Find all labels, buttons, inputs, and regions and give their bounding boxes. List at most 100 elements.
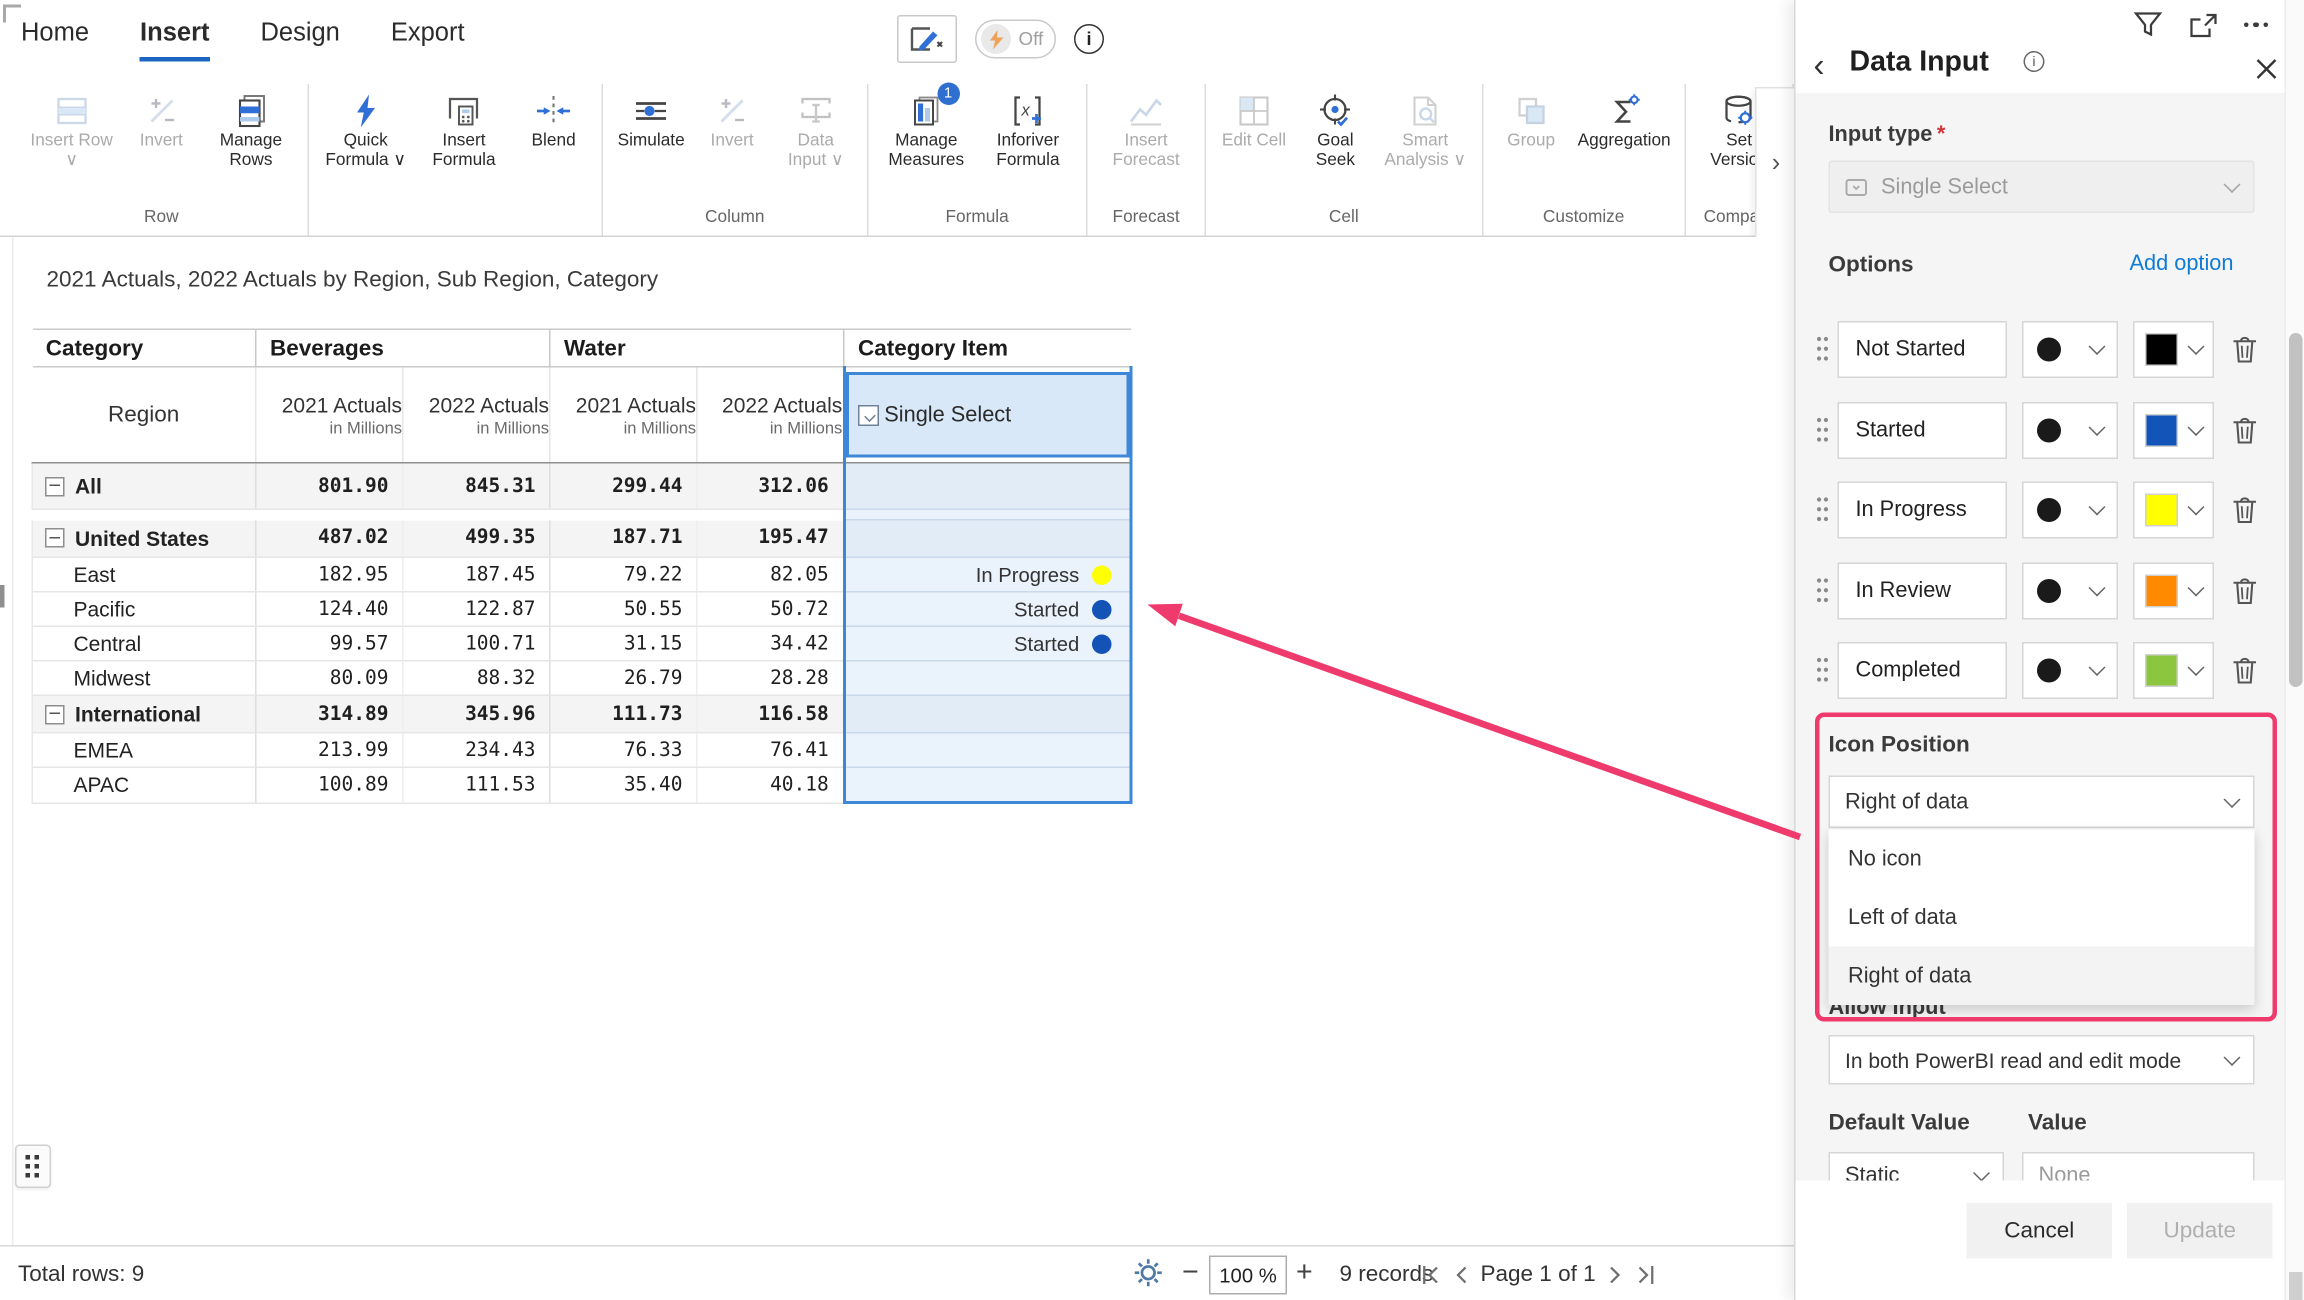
ribbon-button-data-input[interactable]: Data Input ∨ bbox=[773, 90, 859, 171]
ribbon-button-quick-formula[interactable]: Quick Formula ∨ bbox=[317, 90, 415, 171]
delete-option-icon[interactable] bbox=[2232, 416, 2258, 452]
cancel-button[interactable]: Cancel bbox=[1967, 1203, 2113, 1259]
info-icon[interactable]: i bbox=[1074, 24, 1104, 54]
option-shape-select[interactable] bbox=[2022, 482, 2118, 539]
dropdown-item-left-of-data[interactable]: Left of data bbox=[1829, 888, 2255, 947]
filter-icon[interactable] bbox=[2132, 11, 2162, 40]
measure-header[interactable]: 2021 Actualsin Millions bbox=[550, 367, 697, 463]
ribbon-button-invert-row[interactable]: Invert bbox=[121, 90, 202, 152]
ribbon-button-goal-seek[interactable]: Goal Seek bbox=[1294, 90, 1376, 171]
option-text-input[interactable]: In Progress bbox=[1838, 482, 2008, 539]
first-page-icon[interactable] bbox=[1422, 1265, 1442, 1283]
live-toggle[interactable]: Off bbox=[975, 20, 1056, 59]
ribbon-button-blend[interactable]: Blend bbox=[513, 90, 594, 152]
ribbon-button-invert-column[interactable]: Invert bbox=[692, 90, 773, 152]
ribbon-button-group[interactable]: Group bbox=[1491, 90, 1572, 152]
edit-mode-button[interactable] bbox=[897, 15, 957, 63]
settings-gear-icon[interactable] bbox=[1134, 1259, 1163, 1294]
ribbon-button-insert-formula[interactable]: Insert Formula bbox=[415, 90, 513, 171]
collapse-icon[interactable] bbox=[45, 528, 65, 548]
input-cell[interactable] bbox=[844, 520, 1131, 558]
icon-position-select[interactable]: Right of data bbox=[1829, 776, 2255, 829]
input-cell[interactable] bbox=[844, 463, 1131, 510]
table-row[interactable]: Central 99.57 100.71 31.15 34.42 Started bbox=[32, 626, 1130, 661]
tab-export[interactable]: Export bbox=[391, 18, 465, 62]
prev-page-icon[interactable] bbox=[1455, 1265, 1467, 1283]
panel-scrollbar[interactable] bbox=[2285, 0, 2304, 1300]
option-color-select[interactable] bbox=[2133, 642, 2214, 699]
measure-header[interactable]: 2022 Actualsin Millions bbox=[697, 367, 844, 463]
collapse-icon[interactable] bbox=[45, 476, 65, 496]
column-group-water[interactable]: Water bbox=[550, 329, 844, 367]
table-row[interactable]: All 801.90 845.31 299.44 312.06 bbox=[32, 463, 1130, 510]
measure-header[interactable]: 2021 Actualsin Millions bbox=[256, 367, 403, 463]
single-select-column-header[interactable]: Single Select bbox=[844, 367, 1131, 463]
delete-option-icon[interactable] bbox=[2232, 335, 2258, 371]
option-text-input[interactable]: Started bbox=[1838, 402, 2008, 459]
input-cell[interactable]: Started bbox=[844, 626, 1131, 661]
ribbon-button-aggregation[interactable]: Aggregation bbox=[1572, 90, 1677, 152]
delete-option-icon[interactable] bbox=[2232, 576, 2258, 612]
close-icon[interactable] bbox=[2255, 57, 2279, 81]
input-type-select[interactable]: Single Select bbox=[1829, 161, 2255, 214]
column-group-category[interactable]: Category bbox=[32, 329, 256, 367]
ribbon-button-smart-analysis[interactable]: Smart Analysis ∨ bbox=[1376, 90, 1474, 171]
drag-handle-icon[interactable] bbox=[1817, 578, 1829, 611]
panel-expand-notch[interactable]: › bbox=[1755, 87, 1797, 239]
column-group-beverages[interactable]: Beverages bbox=[256, 329, 550, 367]
input-cell[interactable]: In Progress bbox=[844, 557, 1131, 592]
option-text-input[interactable]: Not Started bbox=[1838, 321, 2008, 378]
tab-insert[interactable]: Insert bbox=[140, 18, 209, 62]
option-text-input[interactable]: In Review bbox=[1838, 563, 2008, 620]
dropdown-item-no-icon[interactable]: No icon bbox=[1829, 830, 2255, 889]
option-shape-select[interactable] bbox=[2022, 563, 2118, 620]
focus-mode-icon[interactable] bbox=[2188, 11, 2218, 38]
option-color-select[interactable] bbox=[2133, 482, 2214, 539]
scrollbar-thumb[interactable] bbox=[2289, 333, 2303, 687]
ribbon-button-insert-forecast[interactable]: Insert Forecast bbox=[1095, 90, 1197, 171]
ribbon-button-edit-cell[interactable]: Edit Cell bbox=[1213, 90, 1294, 152]
drag-grid-button[interactable] bbox=[15, 1145, 51, 1189]
collapse-icon[interactable] bbox=[45, 704, 65, 724]
allow-input-select[interactable]: In both PowerBI read and edit mode bbox=[1829, 1035, 2255, 1085]
table-row[interactable]: Pacific 124.40 122.87 50.55 50.72 Starte… bbox=[32, 592, 1130, 627]
dropdown-item-right-of-data[interactable]: Right of data bbox=[1829, 947, 2255, 1006]
zoom-in-button[interactable]: + bbox=[1296, 1257, 1313, 1290]
back-icon[interactable]: ‹ bbox=[1814, 54, 1825, 78]
ribbon-button-inforiver-formula[interactable]: x Inforiver Formula bbox=[977, 90, 1079, 171]
resize-side-handle[interactable] bbox=[0, 585, 5, 608]
input-cell[interactable]: Started bbox=[844, 592, 1131, 627]
drag-handle-icon[interactable] bbox=[1817, 657, 1829, 690]
option-color-select[interactable] bbox=[2133, 563, 2214, 620]
row-dimension-header[interactable]: Region bbox=[32, 367, 256, 463]
drag-handle-icon[interactable] bbox=[1817, 417, 1829, 450]
table-row[interactable]: EMEA 213.99 234.43 76.33 76.41 bbox=[32, 733, 1130, 768]
ribbon-button-manage-measures[interactable]: 1 Manage Measures bbox=[875, 90, 977, 171]
last-page-icon[interactable] bbox=[1635, 1265, 1655, 1283]
measure-header[interactable]: 2022 Actualsin Millions bbox=[403, 367, 550, 463]
tab-home[interactable]: Home bbox=[21, 18, 89, 62]
option-shape-select[interactable] bbox=[2022, 642, 2118, 699]
option-shape-select[interactable] bbox=[2022, 402, 2118, 459]
next-page-icon[interactable] bbox=[1609, 1265, 1621, 1283]
ribbon-button-insert-row[interactable]: Insert Row ∨ bbox=[23, 90, 121, 171]
drag-handle-icon[interactable] bbox=[1817, 497, 1829, 530]
option-color-select[interactable] bbox=[2133, 321, 2214, 378]
ribbon-button-manage-rows[interactable]: Manage Rows bbox=[202, 90, 300, 171]
input-cell[interactable] bbox=[844, 695, 1131, 733]
column-group-category-item[interactable]: Category Item bbox=[844, 329, 1131, 367]
input-cell[interactable] bbox=[844, 733, 1131, 768]
table-row[interactable]: APAC 100.89 111.53 35.40 40.18 bbox=[32, 767, 1130, 802]
panel-info-icon[interactable]: i bbox=[2024, 51, 2045, 72]
more-options-icon[interactable] bbox=[2243, 22, 2268, 27]
drag-handle-icon[interactable] bbox=[1817, 336, 1829, 369]
update-button[interactable]: Update bbox=[2127, 1203, 2273, 1259]
option-text-input[interactable]: Completed bbox=[1838, 642, 2008, 699]
table-row[interactable]: International 314.89 345.96 111.73 116.5… bbox=[32, 695, 1130, 733]
zoom-out-button[interactable]: − bbox=[1182, 1257, 1199, 1290]
ribbon-button-simulate[interactable]: Simulate bbox=[611, 90, 692, 152]
delete-option-icon[interactable] bbox=[2232, 495, 2258, 531]
input-cell[interactable] bbox=[844, 767, 1131, 802]
add-option-link[interactable]: Add option bbox=[2129, 252, 2233, 276]
delete-option-icon[interactable] bbox=[2232, 656, 2258, 692]
